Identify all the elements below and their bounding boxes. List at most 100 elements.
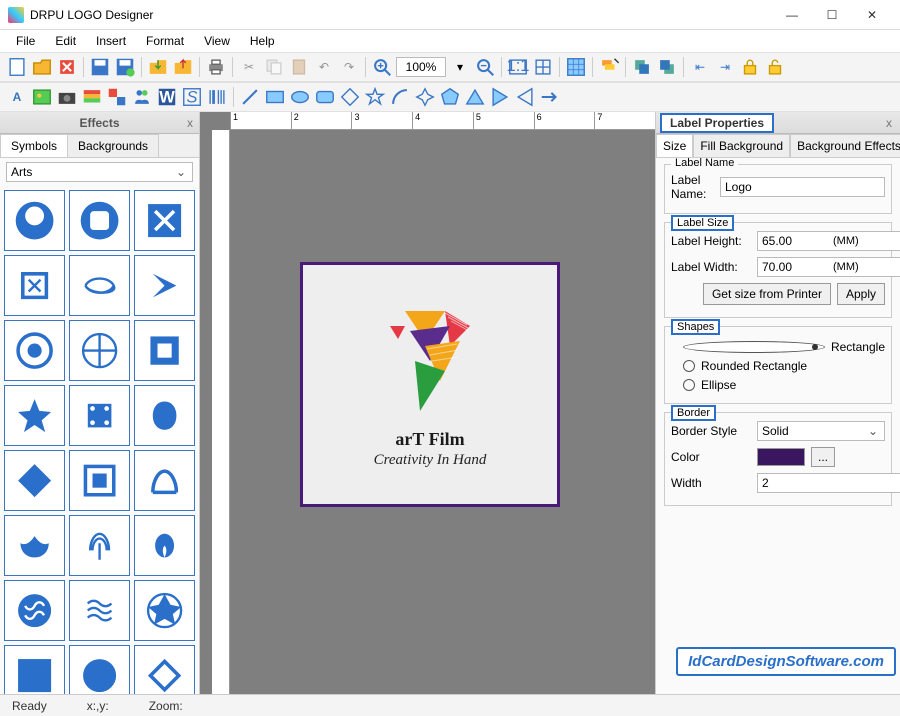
text-tool-icon[interactable]: A [6, 86, 28, 108]
menu-insert[interactable]: Insert [86, 32, 136, 50]
symbol-item[interactable] [134, 515, 195, 576]
snap-icon[interactable] [565, 56, 587, 78]
barcode-icon[interactable] [206, 86, 228, 108]
align-left-icon[interactable]: ⇤ [689, 56, 711, 78]
logo-graphic[interactable] [360, 291, 500, 421]
rect-tool-icon[interactable] [264, 86, 286, 108]
new-icon[interactable] [6, 56, 28, 78]
logo-canvas[interactable]: arT Film Creativity In Hand [300, 262, 560, 507]
symbol-item[interactable] [134, 450, 195, 511]
save-as-icon[interactable] [114, 56, 136, 78]
radio-rounded-rectangle[interactable]: Rounded Rectangle [683, 359, 885, 373]
symbol-item[interactable] [69, 580, 130, 641]
symbol-item[interactable] [69, 515, 130, 576]
effects-close-icon[interactable]: x [187, 116, 193, 130]
send-back-icon[interactable] [656, 56, 678, 78]
symbol-item[interactable] [69, 255, 130, 316]
symbol-item[interactable] [134, 255, 195, 316]
copy-icon[interactable] [263, 56, 285, 78]
symbol-item[interactable] [134, 385, 195, 446]
triangle-up-icon[interactable] [464, 86, 486, 108]
save-icon[interactable] [89, 56, 111, 78]
triangle-left-icon[interactable] [514, 86, 536, 108]
symbol-item[interactable] [69, 385, 130, 446]
import-icon[interactable] [147, 56, 169, 78]
people-icon[interactable] [131, 86, 153, 108]
symbol-item[interactable] [69, 645, 130, 694]
undo-icon[interactable]: ↶ [313, 56, 335, 78]
paste-icon[interactable] [288, 56, 310, 78]
symbol-item[interactable] [4, 450, 65, 511]
minimize-button[interactable]: — [772, 1, 812, 29]
border-color-swatch[interactable] [757, 448, 805, 466]
get-size-button[interactable]: Get size from Printer [703, 283, 831, 305]
zoom-out-icon[interactable] [474, 56, 496, 78]
unlock-icon[interactable] [764, 56, 786, 78]
symbol-item[interactable] [4, 320, 65, 381]
radio-ellipse[interactable]: Ellipse [683, 378, 885, 392]
line-tool-icon[interactable] [239, 86, 261, 108]
zoom-value[interactable]: 100% [396, 57, 446, 77]
symbol-item[interactable] [134, 580, 195, 641]
menu-format[interactable]: Format [136, 32, 194, 50]
print-icon[interactable] [205, 56, 227, 78]
logo-text-2[interactable]: Creativity In Hand [374, 452, 487, 469]
symbol-item[interactable] [69, 450, 130, 511]
props-close-icon[interactable]: x [882, 116, 896, 130]
symbol-item[interactable] [4, 645, 65, 694]
symbol-item[interactable] [134, 190, 195, 251]
border-style-select[interactable]: Solid [757, 421, 885, 441]
zoom-in-icon[interactable] [371, 56, 393, 78]
zoom-dropdown-icon[interactable]: ▾ [449, 56, 471, 78]
camera-icon[interactable] [56, 86, 78, 108]
pentagon-icon[interactable] [439, 86, 461, 108]
symbol-item[interactable] [4, 190, 65, 251]
category-select[interactable]: Arts [6, 162, 193, 182]
tab-fill-background[interactable]: Fill Background [693, 134, 790, 157]
star4-icon[interactable] [414, 86, 436, 108]
menu-view[interactable]: View [194, 32, 240, 50]
label-height-input[interactable] [757, 231, 900, 251]
tab-symbols[interactable]: Symbols [0, 134, 68, 157]
shape-s-icon[interactable]: S [181, 86, 203, 108]
star-icon[interactable] [364, 86, 386, 108]
canvas-area[interactable]: 1234567 arT Film Creativity In Hand [200, 112, 655, 694]
delete-icon[interactable] [56, 56, 78, 78]
apply-button[interactable]: Apply [837, 283, 885, 305]
diamond-icon[interactable] [339, 86, 361, 108]
border-width-input[interactable] [757, 473, 900, 493]
radio-rectangle[interactable]: Rectangle [683, 340, 885, 354]
maximize-button[interactable]: ☐ [812, 1, 852, 29]
symbol-item[interactable] [4, 580, 65, 641]
menu-file[interactable]: File [6, 32, 45, 50]
symbol-item[interactable] [134, 320, 195, 381]
tab-background-effects[interactable]: Background Effects [790, 134, 900, 157]
arc-icon[interactable] [389, 86, 411, 108]
menu-help[interactable]: Help [240, 32, 285, 50]
ellipse-tool-icon[interactable] [289, 86, 311, 108]
layers-icon[interactable] [598, 56, 620, 78]
open-icon[interactable] [31, 56, 53, 78]
fit-icon[interactable]: 1:1 [507, 56, 529, 78]
border-color-more-button[interactable]: ... [811, 447, 835, 467]
logo-text-1[interactable]: arT Film [395, 429, 464, 450]
group-icon[interactable] [106, 86, 128, 108]
export-icon[interactable] [172, 56, 194, 78]
word-icon[interactable]: W [156, 86, 178, 108]
arrow-icon[interactable] [539, 86, 561, 108]
symbol-item[interactable] [4, 385, 65, 446]
symbol-item[interactable] [69, 190, 130, 251]
bring-front-icon[interactable] [631, 56, 653, 78]
tab-backgrounds[interactable]: Backgrounds [67, 134, 159, 157]
rounded-rect-icon[interactable] [314, 86, 336, 108]
label-width-input[interactable] [757, 257, 900, 277]
gradient-icon[interactable] [81, 86, 103, 108]
menu-edit[interactable]: Edit [45, 32, 86, 50]
symbol-item[interactable] [134, 645, 195, 694]
grid-icon[interactable] [532, 56, 554, 78]
close-button[interactable]: ✕ [852, 1, 892, 29]
redo-icon[interactable]: ↷ [338, 56, 360, 78]
align-right-icon[interactable]: ⇥ [714, 56, 736, 78]
label-name-input[interactable] [720, 177, 885, 197]
tab-size[interactable]: Size [656, 134, 693, 157]
